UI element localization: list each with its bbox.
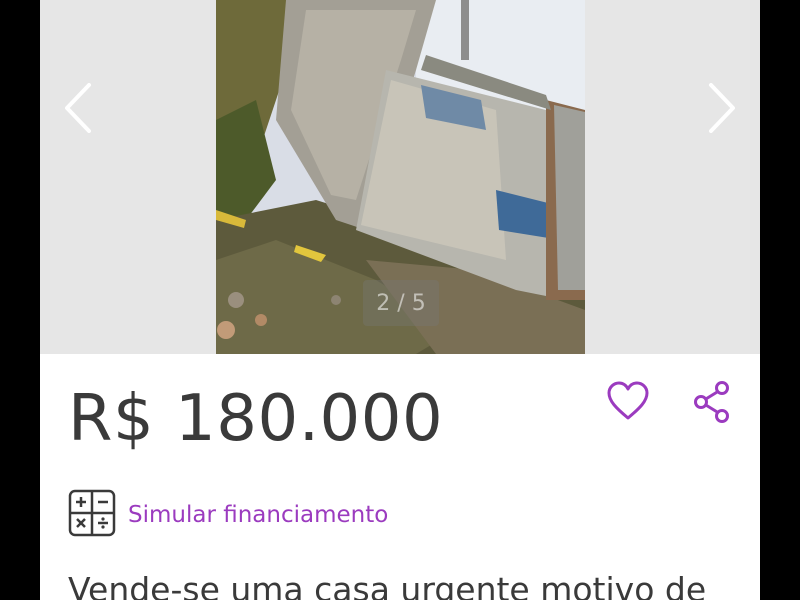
share-icon [692,381,732,428]
listing-description: Vende-se uma casa urgente motivo de [68,570,707,600]
favorite-button[interactable] [606,380,650,424]
listing-price: R$ 180.000 [68,382,444,456]
simulate-financing-button[interactable]: Simular financiamento [68,489,389,542]
calculator-icon [68,489,116,542]
listing-page: 2 / 5 R$ 180.000 Simular financiamento V… [40,0,760,600]
next-photo-button[interactable] [698,80,746,140]
chevron-right-icon [707,82,737,138]
photo-counter: 2 / 5 [363,280,439,326]
simulate-financing-label: Simular financiamento [128,502,389,528]
previous-photo-button[interactable] [54,80,102,140]
heart-icon [606,381,650,428]
chevron-left-icon [63,82,93,138]
photo-gallery[interactable]: 2 / 5 [40,0,760,354]
share-button[interactable] [692,380,732,424]
